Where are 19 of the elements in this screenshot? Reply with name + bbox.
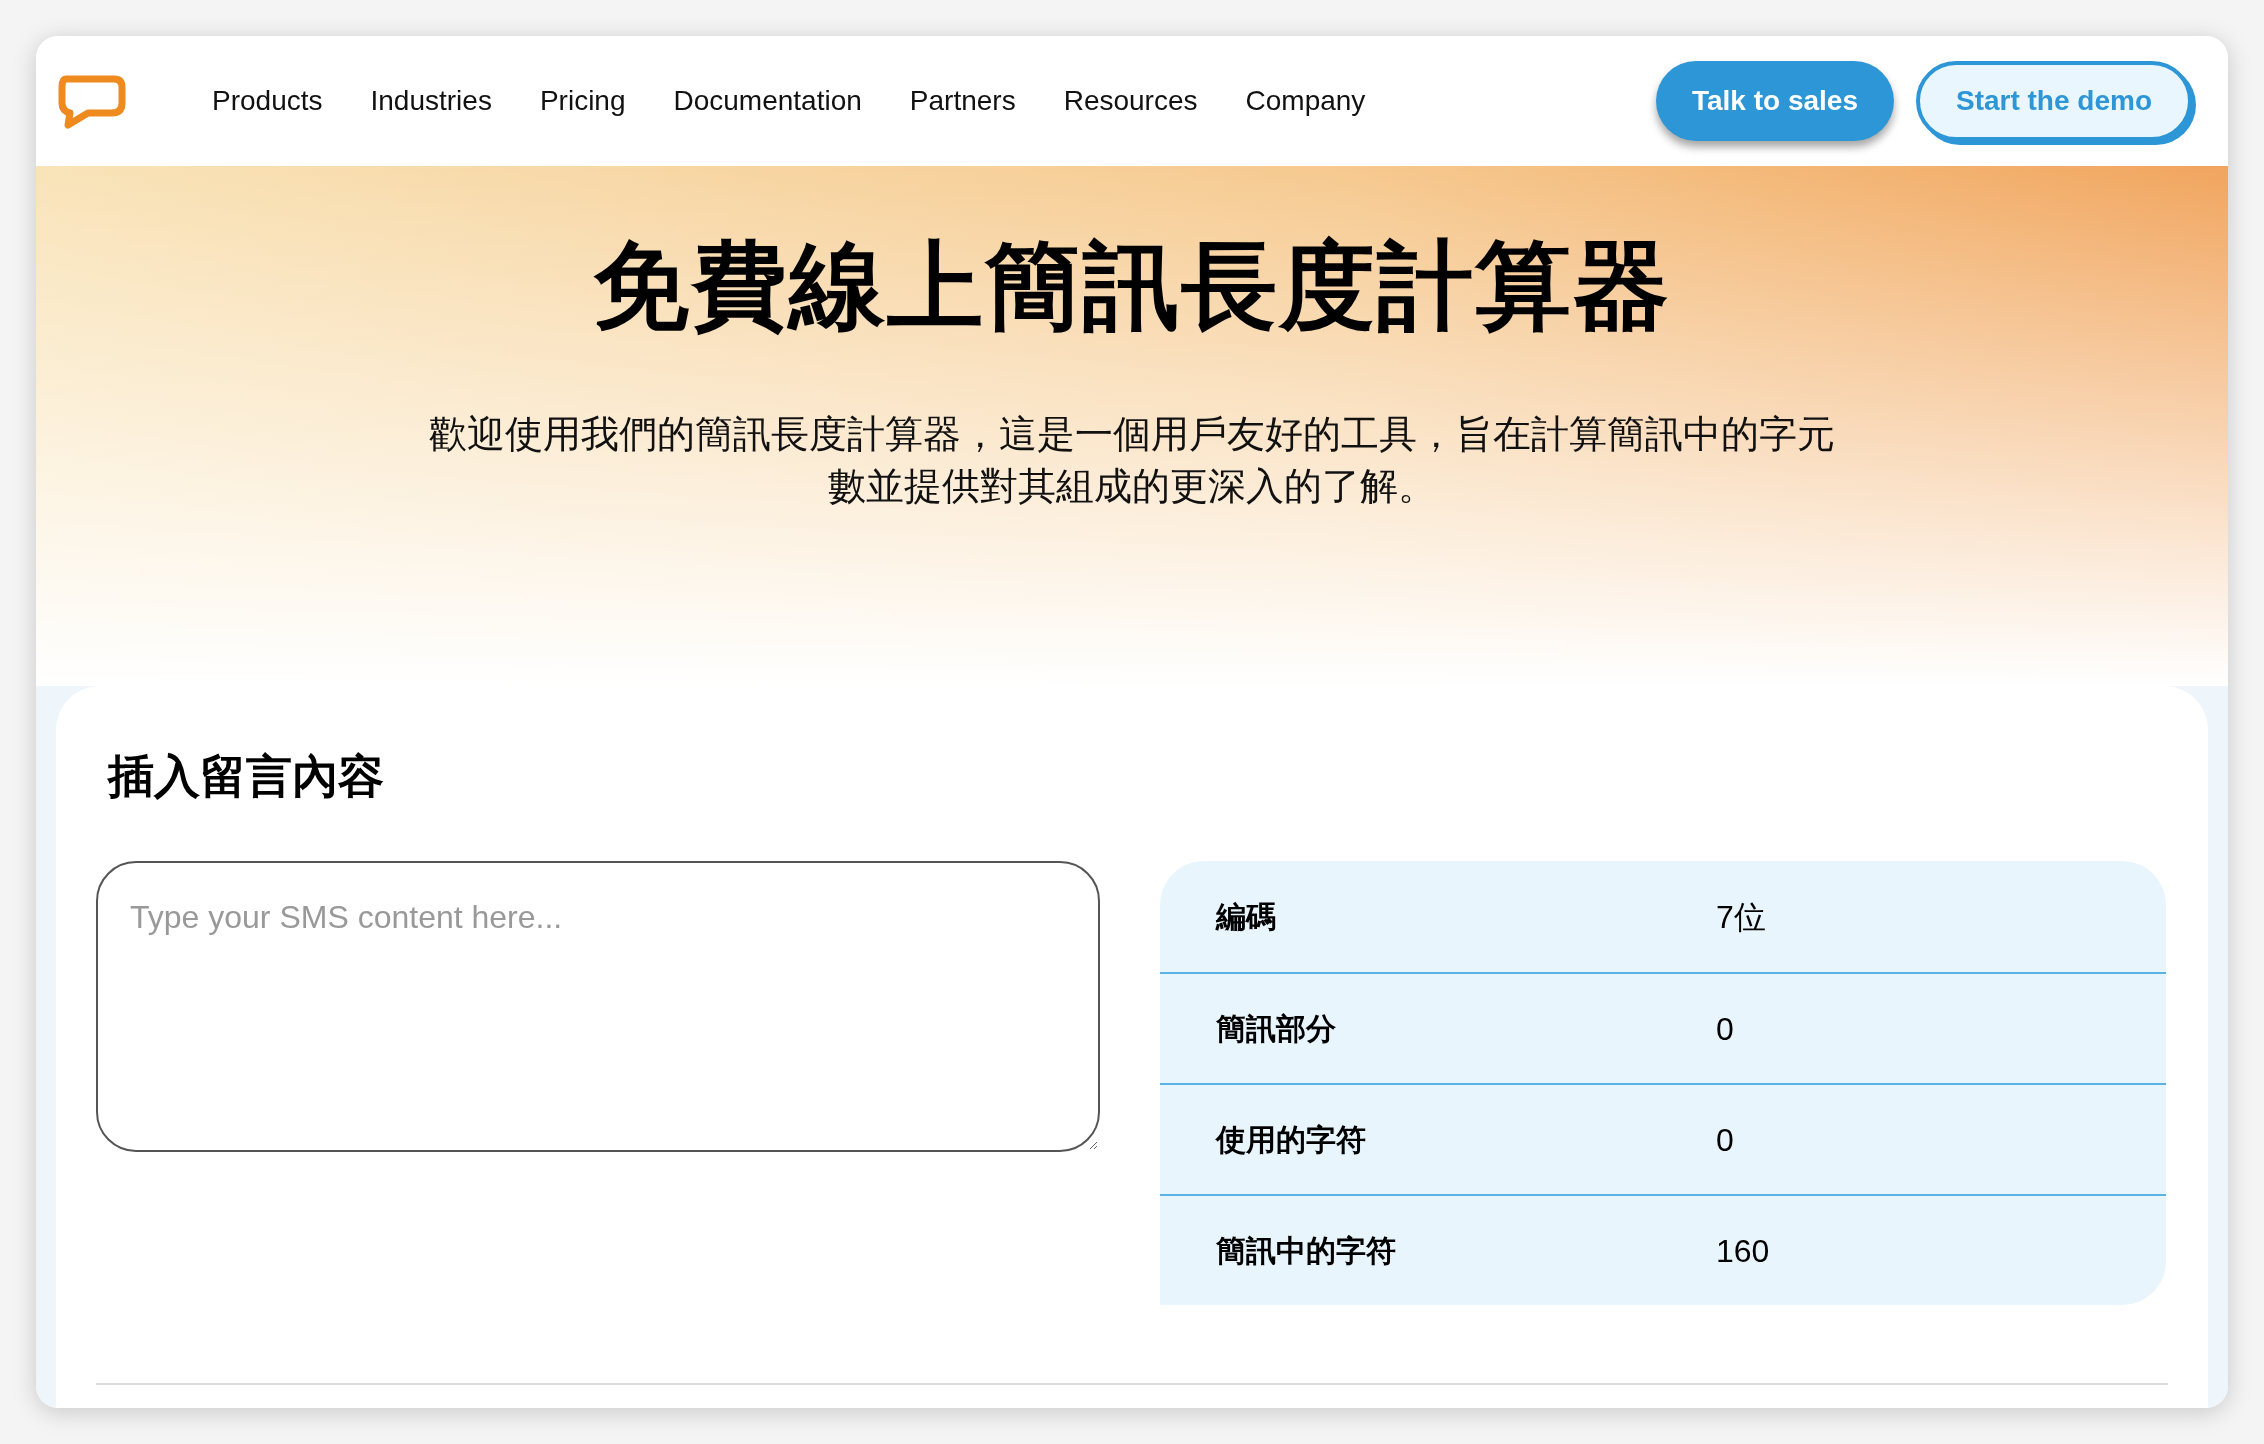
stat-label: 使用的字符 bbox=[1216, 1122, 1367, 1158]
stat-label: 簡訊中的字符 bbox=[1216, 1233, 1397, 1269]
stat-value: 0 bbox=[1716, 1009, 1734, 1049]
nav-link[interactable]: Resources bbox=[1063, 80, 1198, 122]
nav-link[interactable]: Company bbox=[1245, 80, 1366, 122]
sms-input-field[interactable]: Type your SMS content here... bbox=[96, 861, 1100, 1152]
intro-paragraph: 歡迎使用我們的簡訊長度計算器，這是一個用戶友好的工具，旨在計算簡訊中的字元數並提供對其組成的更深入的了解。 bbox=[428, 412, 1836, 509]
stat-label: 簡訊部分 bbox=[1216, 1011, 1337, 1047]
speech-bubble-logo-icon[interactable] bbox=[56, 73, 128, 129]
nav-link[interactable]: Partners bbox=[909, 80, 1016, 122]
stat-label: 編碼 bbox=[1216, 899, 1277, 935]
section-heading: 插入留言內容 bbox=[108, 749, 385, 804]
stat-value: 7位 bbox=[1716, 897, 1766, 937]
nav-link[interactable]: Documentation bbox=[673, 80, 862, 122]
stat-value: 0 bbox=[1716, 1120, 1734, 1160]
stat-value: 160 bbox=[1716, 1231, 1770, 1271]
nav-link[interactable]: Products bbox=[212, 80, 323, 122]
nav-link[interactable]: Industries bbox=[370, 80, 492, 122]
nav-link[interactable]: Pricing bbox=[539, 80, 626, 122]
